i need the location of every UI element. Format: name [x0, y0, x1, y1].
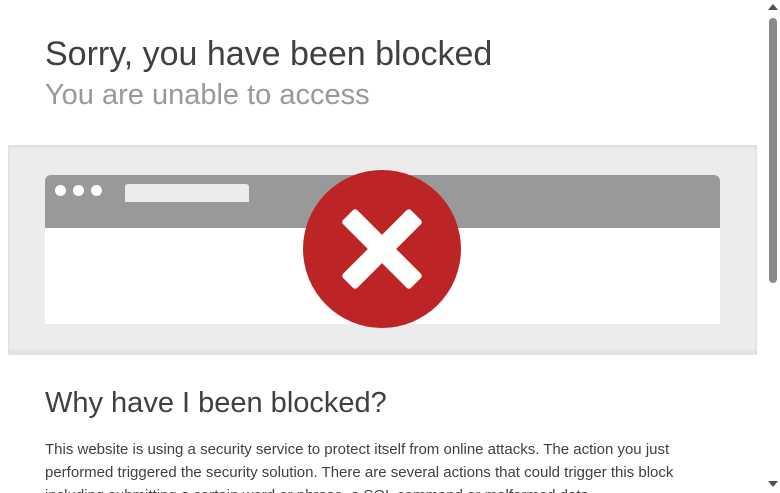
vertical-scrollbar[interactable]	[766, 0, 780, 493]
page-subtitle: You are unable to access	[45, 79, 370, 111]
browser-tab-illustration	[125, 184, 249, 202]
window-dot-icon	[73, 185, 84, 196]
scroll-up-icon[interactable]	[768, 4, 778, 10]
blocked-x-icon	[303, 170, 461, 328]
scrollbar-thumb[interactable]	[769, 18, 777, 283]
window-dot-icon	[55, 185, 66, 196]
blocked-x-icon-svg	[342, 209, 422, 289]
section-body: This website is using a security service…	[45, 441, 674, 493]
section-heading: Why have I been blocked?	[45, 387, 387, 419]
hero-illustration	[8, 145, 757, 355]
scroll-down-icon[interactable]	[768, 481, 778, 487]
blocked-page: Sorry, you have been blocked You are una…	[0, 0, 766, 493]
page-title: Sorry, you have been blocked	[45, 35, 493, 73]
page-header: Sorry, you have been blocked You are una…	[45, 34, 492, 112]
window-dot-icon	[91, 185, 102, 196]
